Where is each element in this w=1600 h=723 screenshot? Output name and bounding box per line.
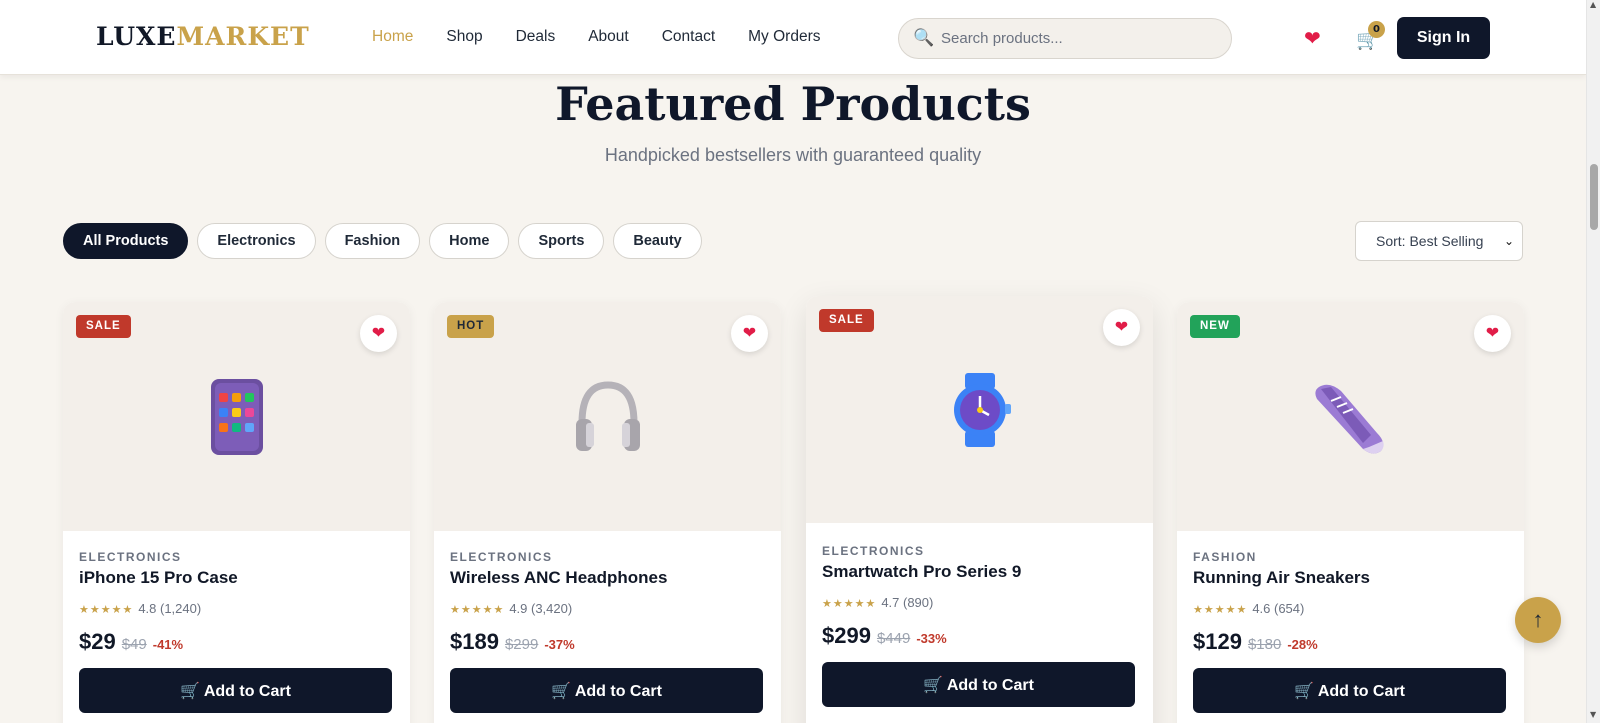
- chevron-down-icon: ⌄: [1503, 234, 1514, 248]
- product-card[interactable]: SALE ❤ ELECTRONICS iPhone 15 Pro Case ★★…: [63, 302, 410, 723]
- sort-select-value: Sort: Best Selling: [1376, 233, 1484, 249]
- search-input[interactable]: [941, 19, 1221, 58]
- current-price: $129: [1193, 629, 1242, 654]
- nav-shop[interactable]: Shop: [446, 28, 482, 46]
- brand-logo-part2: MARKET: [176, 22, 310, 51]
- section-subtitle: Handpicked bestsellers with guaranteed q…: [604, 145, 982, 165]
- product-name[interactable]: Running Air Sneakers: [1193, 568, 1370, 588]
- original-price: $49: [121, 636, 147, 653]
- product-badge: SALE: [76, 315, 131, 338]
- product-category: ELECTRONICS: [450, 550, 553, 564]
- rating-value: 4.7 (890): [881, 595, 934, 610]
- search-icon: 🔍: [913, 28, 935, 48]
- filter-all-products[interactable]: All Products: [63, 223, 189, 259]
- discount-percent: -28%: [1287, 637, 1318, 652]
- current-price: $189: [450, 629, 499, 654]
- product-badge: NEW: [1190, 315, 1240, 338]
- wishlist-heart-icon[interactable]: ❤: [1103, 309, 1140, 346]
- rating-stars-icon: ★★★★★: [822, 598, 877, 610]
- wishlist-heart-icon[interactable]: ❤: [1304, 26, 1321, 50]
- product-name[interactable]: Smartwatch Pro Series 9: [822, 562, 1021, 582]
- rating-value: 4.6 (654): [1252, 601, 1305, 616]
- product-category: ELECTRONICS: [822, 544, 925, 558]
- rating-value: 4.8 (1,240): [138, 601, 202, 616]
- add-to-cart-button[interactable]: 🛒 Add to Cart: [450, 668, 763, 713]
- filter-fashion[interactable]: Fashion: [324, 223, 421, 259]
- sign-in-button[interactable]: Sign In: [1397, 17, 1490, 59]
- discount-percent: -41%: [152, 637, 184, 652]
- rating-stars-icon: ★★★★★: [1193, 604, 1248, 616]
- product-card[interactable]: HOT ❤ ELECTRONICS Wireless ANC Headphone…: [434, 302, 781, 723]
- current-price: $299: [822, 623, 871, 648]
- section-title: Featured Products: [555, 77, 1031, 131]
- filter-home[interactable]: Home: [429, 223, 510, 259]
- filter-electronics[interactable]: Electronics: [197, 223, 316, 259]
- product-rating: ★★★★★ 4.6 (654): [1193, 601, 1304, 616]
- rating-stars-icon: ★★★★★: [79, 604, 134, 616]
- nav-my-orders[interactable]: My Orders: [748, 28, 820, 46]
- rating-value: 4.9 (3,420): [509, 601, 573, 616]
- discount-percent: -37%: [544, 637, 575, 652]
- search-bar: 🔍: [898, 18, 1232, 59]
- product-badge: SALE: [819, 309, 874, 332]
- scrollbar-thumb[interactable]: [1590, 164, 1598, 230]
- product-card[interactable]: SALE ❤ ELECTRONICS Smartwatch Pro Series…: [806, 296, 1153, 723]
- product-name[interactable]: iPhone 15 Pro Case: [79, 568, 238, 588]
- category-filters: All Products Electronics Fashion Home Sp…: [63, 223, 711, 259]
- product-price: $29 $49 -41%: [79, 629, 183, 655]
- product-price: $189 $299 -37%: [450, 629, 575, 655]
- back-to-top-arrow-icon[interactable]: ↑: [1515, 597, 1561, 643]
- rating-stars-icon: ★★★★★: [450, 604, 505, 616]
- main-nav: Home Shop Deals About Contact My Orders: [372, 28, 853, 46]
- product-price: $129 $180 -28%: [1193, 629, 1318, 655]
- product-category: FASHION: [1193, 550, 1257, 564]
- wishlist-heart-icon[interactable]: ❤: [731, 315, 768, 352]
- product-rating: ★★★★★ 4.8 (1,240): [79, 601, 201, 616]
- add-to-cart-button[interactable]: 🛒 Add to Cart: [1193, 668, 1506, 713]
- site-header: LUXEMARKET Home Shop Deals About Contact…: [0, 0, 1586, 75]
- page-scrollbar[interactable]: ▲ ▼: [1586, 0, 1600, 723]
- product-card[interactable]: NEW ❤ FASHION Running Air Sneakers ★★★★★…: [1177, 302, 1524, 723]
- original-price: $449: [876, 630, 911, 647]
- wishlist-heart-icon[interactable]: ❤: [1474, 315, 1511, 352]
- filter-beauty[interactable]: Beauty: [613, 223, 702, 259]
- wishlist-heart-icon[interactable]: ❤: [360, 315, 397, 352]
- nav-deals[interactable]: Deals: [516, 28, 556, 46]
- original-price: $180: [1247, 636, 1282, 653]
- original-price: $299: [504, 636, 539, 653]
- nav-about[interactable]: About: [588, 28, 629, 46]
- filter-sports[interactable]: Sports: [518, 223, 605, 259]
- product-category: ELECTRONICS: [79, 550, 182, 564]
- sort-select[interactable]: Sort: Best Selling ⌄: [1355, 221, 1523, 261]
- current-price: $29: [79, 629, 116, 654]
- cart-count-badge: 0: [1368, 21, 1385, 38]
- scroll-up-arrow-icon[interactable]: ▲: [1590, 0, 1596, 9]
- product-price: $299 $449 -33%: [822, 623, 947, 649]
- product-badge: HOT: [447, 315, 495, 338]
- scroll-down-arrow-icon[interactable]: ▼: [1590, 710, 1596, 719]
- product-rating: ★★★★★ 4.7 (890): [822, 595, 933, 610]
- nav-home[interactable]: Home: [372, 28, 413, 46]
- discount-percent: -33%: [916, 631, 947, 646]
- add-to-cart-button[interactable]: 🛒 Add to Cart: [822, 662, 1135, 707]
- nav-contact[interactable]: Contact: [662, 28, 715, 46]
- brand-logo[interactable]: LUXEMARKET: [96, 22, 310, 51]
- brand-logo-part1: LUXE: [96, 22, 177, 51]
- add-to-cart-button[interactable]: 🛒 Add to Cart: [79, 668, 392, 713]
- product-rating: ★★★★★ 4.9 (3,420): [450, 601, 572, 616]
- product-name[interactable]: Wireless ANC Headphones: [450, 568, 667, 588]
